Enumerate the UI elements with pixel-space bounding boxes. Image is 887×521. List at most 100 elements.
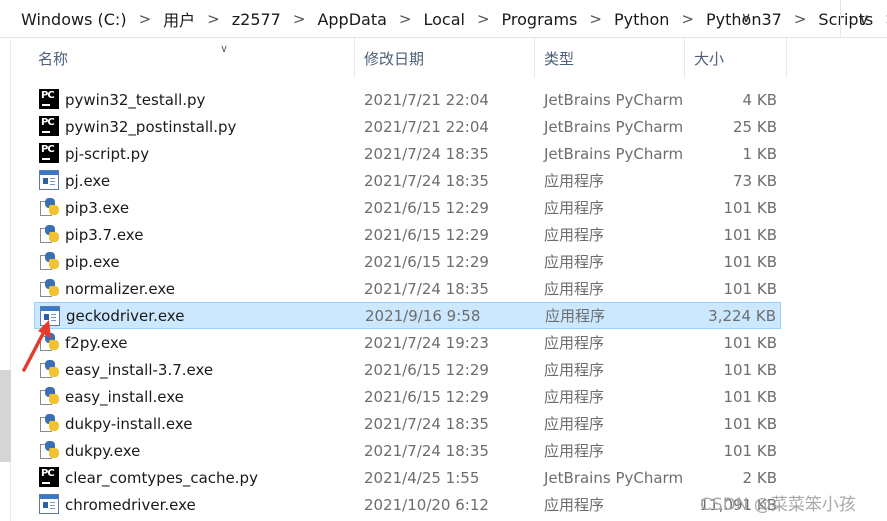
file-modified-date: 2021/6/15 12:29 bbox=[364, 225, 489, 244]
table-row[interactable]: PC pywin32_testall.py 2021/7/21 22:04 JetBr… bbox=[34, 86, 781, 113]
column-date-label: 修改日期 bbox=[364, 49, 425, 68]
chevron-right-icon[interactable]: > bbox=[286, 10, 313, 28]
file-type: 应用程序 bbox=[544, 388, 605, 406]
chevron-right-icon[interactable]: > bbox=[582, 10, 609, 28]
table-row[interactable]: normalizer.exe 2021/7/24 18:35 应用程序 101 KB bbox=[34, 275, 781, 302]
application-icon bbox=[39, 494, 59, 514]
navigation-pane-scrollbar[interactable] bbox=[0, 38, 11, 521]
file-type: JetBrains PyCharm bbox=[544, 117, 684, 136]
file-name: dukpy-install.exe bbox=[65, 414, 193, 433]
table-row[interactable]: pip.exe 2021/6/15 12:29 应用程序 101 KB bbox=[34, 248, 781, 275]
pycharm-file-icon: PC bbox=[39, 143, 59, 163]
breadcrumb-dropdown-icon[interactable]: ∨ bbox=[741, 10, 751, 26]
file-type: 应用程序 bbox=[544, 361, 605, 379]
breadcrumb-item[interactable]: Python bbox=[609, 10, 674, 29]
file-modified-date: 2021/7/24 18:35 bbox=[364, 279, 489, 298]
breadcrumb-item[interactable]: Local bbox=[418, 10, 469, 29]
file-size: 4 KB bbox=[742, 90, 777, 109]
column-type-label: 类型 bbox=[544, 49, 575, 68]
file-size: 101 KB bbox=[723, 441, 777, 460]
chevron-right-icon[interactable]: > bbox=[470, 10, 497, 28]
column-name-label: 名称 bbox=[38, 49, 69, 68]
column-header-name[interactable]: 名称 ∨ bbox=[30, 38, 355, 78]
file-type: JetBrains PyCharm bbox=[544, 144, 684, 163]
chevron-right-icon[interactable]: > bbox=[200, 10, 227, 28]
file-size: 101 KB bbox=[723, 252, 777, 271]
column-header-type[interactable]: 类型 bbox=[535, 38, 685, 78]
breadcrumb-item[interactable]: Windows (C:) bbox=[16, 10, 132, 29]
file-name: f2py.exe bbox=[65, 333, 128, 352]
address-history-button[interactable]: ∨ bbox=[840, 0, 887, 38]
file-size: 101 KB bbox=[723, 198, 777, 217]
file-modified-date: 2021/7/24 18:35 bbox=[364, 144, 489, 163]
python-exe-icon bbox=[39, 224, 59, 244]
watermark: CSDN @菜菜笨小孩 bbox=[700, 495, 856, 515]
python-exe-icon bbox=[39, 386, 59, 406]
scrollbar-thumb[interactable] bbox=[0, 370, 11, 462]
file-modified-date: 2021/7/24 18:35 bbox=[364, 441, 489, 460]
table-row[interactable]: easy_install.exe 2021/6/15 12:29 应用程序 101 K… bbox=[34, 383, 781, 410]
table-row[interactable]: PC clear_comtypes_cache.py 2021/4/25 1:55 J… bbox=[34, 464, 781, 491]
file-name: dukpy.exe bbox=[65, 441, 141, 460]
sort-chevron-icon: ∨ bbox=[220, 42, 229, 55]
file-type: 应用程序 bbox=[544, 415, 605, 433]
chevron-right-icon[interactable]: > bbox=[132, 10, 159, 28]
file-modified-date: 2021/6/15 12:29 bbox=[364, 252, 489, 271]
file-name: pj.exe bbox=[65, 171, 111, 190]
file-type: 应用程序 bbox=[544, 442, 605, 460]
file-type: JetBrains PyCharm bbox=[544, 468, 684, 487]
python-exe-icon bbox=[39, 251, 59, 271]
file-modified-date: 2021/7/21 22:04 bbox=[364, 117, 489, 136]
application-icon bbox=[39, 170, 59, 190]
file-name: pip3.exe bbox=[65, 198, 130, 217]
file-modified-date: 2021/6/15 12:29 bbox=[364, 198, 489, 217]
file-type: 应用程序 bbox=[544, 496, 605, 514]
file-name: normalizer.exe bbox=[65, 279, 175, 298]
pycharm-file-icon: PC bbox=[39, 89, 59, 109]
breadcrumb-item[interactable]: z2577 bbox=[227, 10, 286, 29]
file-size: 3,224 KB bbox=[708, 306, 776, 325]
column-header-date[interactable]: 修改日期 bbox=[355, 38, 535, 78]
pycharm-file-icon: PC bbox=[39, 467, 59, 487]
file-modified-date: 2021/10/20 6:12 bbox=[364, 495, 489, 514]
file-modified-date: 2021/4/25 1:55 bbox=[364, 468, 480, 487]
chevron-down-icon: ∨ bbox=[858, 10, 870, 28]
table-row[interactable]: PC pywin32_postinstall.py 2021/7/21 22:04 J… bbox=[34, 113, 781, 140]
file-size: 25 KB bbox=[733, 117, 777, 136]
file-name: pywin32_testall.py bbox=[65, 90, 206, 109]
chevron-right-icon[interactable]: > bbox=[787, 10, 814, 28]
file-type: 应用程序 bbox=[544, 280, 605, 298]
table-row[interactable]: dukpy-install.exe 2021/7/24 18:35 应用程序 101 … bbox=[34, 410, 781, 437]
file-name: easy_install.exe bbox=[65, 387, 184, 406]
file-modified-date: 2021/7/24 18:35 bbox=[364, 171, 489, 190]
table-row[interactable]: chromedriver.exe 2021/10/20 6:12 应用程序 11,09… bbox=[34, 491, 781, 518]
table-row[interactable]: pip3.7.exe 2021/6/15 12:29 应用程序 101 KB bbox=[34, 221, 781, 248]
table-row-selected[interactable]: geckodriver.exe 2021/9/16 9:58 应用程序 3,224 K… bbox=[34, 302, 781, 329]
file-size: 101 KB bbox=[723, 225, 777, 244]
table-row[interactable]: pj.exe 2021/7/24 18:35 应用程序 73 KB bbox=[34, 167, 781, 194]
table-row[interactable]: pip3.exe 2021/6/15 12:29 应用程序 101 KB bbox=[34, 194, 781, 221]
table-row[interactable]: easy_install-3.7.exe 2021/6/15 12:29 应用程序 1… bbox=[34, 356, 781, 383]
file-modified-date: 2021/6/15 12:29 bbox=[364, 387, 489, 406]
file-size: 1 KB bbox=[742, 144, 777, 163]
pycharm-file-icon: PC bbox=[39, 116, 59, 136]
file-type: 应用程序 bbox=[544, 226, 605, 244]
chevron-right-icon[interactable]: > bbox=[392, 10, 419, 28]
chevron-right-icon[interactable]: > bbox=[674, 10, 701, 28]
file-size: 101 KB bbox=[723, 414, 777, 433]
breadcrumb-item[interactable]: 用户 bbox=[158, 7, 200, 31]
column-size-label: 大小 bbox=[694, 49, 725, 68]
breadcrumb-item[interactable]: Programs bbox=[497, 10, 583, 29]
table-row[interactable]: PC pj-script.py 2021/7/24 18:35 JetBrains P… bbox=[34, 140, 781, 167]
python-exe-icon bbox=[39, 197, 59, 217]
file-modified-date: 2021/6/15 12:29 bbox=[364, 360, 489, 379]
file-type: 应用程序 bbox=[544, 253, 605, 271]
file-name: pywin32_postinstall.py bbox=[65, 117, 237, 136]
breadcrumb-item[interactable]: AppData bbox=[312, 10, 391, 29]
address-bar[interactable]: Windows (C:) > 用户 > z2577 > AppData > Local > Prog… bbox=[0, 0, 887, 38]
file-type: 应用程序 bbox=[545, 307, 606, 325]
table-row[interactable]: dukpy.exe 2021/7/24 18:35 应用程序 101 KB bbox=[34, 437, 781, 464]
table-row[interactable]: f2py.exe 2021/7/24 19:23 应用程序 101 KB bbox=[34, 329, 781, 356]
column-header-size[interactable]: 大小 bbox=[685, 38, 787, 78]
file-name: clear_comtypes_cache.py bbox=[65, 468, 258, 487]
